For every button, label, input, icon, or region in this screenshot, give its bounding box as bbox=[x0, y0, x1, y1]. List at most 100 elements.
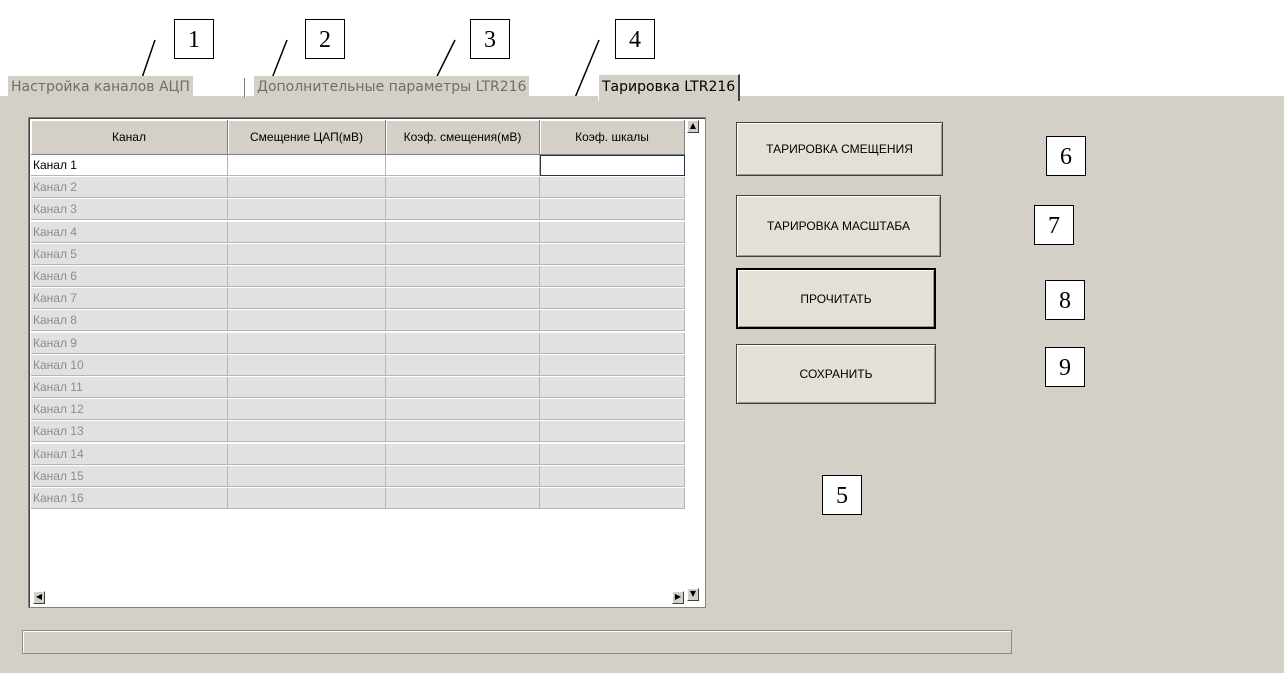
table-row[interactable]: Канал 11 bbox=[31, 377, 685, 399]
table-row[interactable]: Канал 2 bbox=[31, 177, 685, 199]
dac-offset-cell[interactable] bbox=[228, 243, 386, 265]
offset-coef-cell[interactable] bbox=[386, 465, 540, 487]
dac-offset-cell[interactable] bbox=[228, 155, 386, 176]
offset-coef-cell[interactable] bbox=[386, 199, 540, 221]
calibrate-offset-button[interactable]: ТАРИРОВКА СМЕЩЕНИЯ bbox=[736, 122, 943, 176]
channel-cell[interactable]: Канал 7 bbox=[31, 288, 228, 310]
offset-coef-cell[interactable] bbox=[386, 354, 540, 376]
channel-cell[interactable]: Канал 9 bbox=[31, 332, 228, 354]
scale-coef-cell[interactable] bbox=[540, 332, 685, 354]
column-header-offset-coef[interactable]: Коэф. смещения(мВ) bbox=[386, 120, 540, 155]
channel-cell[interactable]: Канал 4 bbox=[31, 221, 228, 243]
callout-6: 6 bbox=[1046, 136, 1086, 176]
table-row[interactable]: Канал 1 bbox=[31, 155, 685, 177]
channel-cell[interactable]: Канал 10 bbox=[31, 354, 228, 376]
offset-coef-cell[interactable] bbox=[386, 155, 540, 176]
scale-coef-cell[interactable] bbox=[540, 266, 685, 287]
channel-cell[interactable]: Канал 16 bbox=[31, 488, 228, 509]
tab-extra-params[interactable]: Дополнительные параметры LTR216 bbox=[254, 76, 530, 98]
column-header-dac-offset[interactable]: Смещение ЦАП(мВ) bbox=[228, 120, 386, 155]
dac-offset-cell[interactable] bbox=[228, 266, 386, 287]
dac-offset-cell[interactable] bbox=[228, 354, 386, 376]
channel-cell[interactable]: Канал 5 bbox=[31, 243, 228, 265]
channel-cell[interactable]: Канал 13 bbox=[31, 421, 228, 443]
offset-coef-cell[interactable] bbox=[386, 332, 540, 354]
scale-coef-cell[interactable] bbox=[540, 421, 685, 443]
dac-offset-cell[interactable] bbox=[228, 488, 386, 509]
scale-coef-cell[interactable] bbox=[540, 377, 685, 398]
offset-coef-cell[interactable] bbox=[386, 377, 540, 398]
offset-coef-cell[interactable] bbox=[386, 443, 540, 465]
offset-coef-cell[interactable] bbox=[386, 488, 540, 509]
dac-offset-cell[interactable] bbox=[228, 443, 386, 465]
scale-coef-cell[interactable] bbox=[540, 177, 685, 199]
dac-offset-cell[interactable] bbox=[228, 332, 386, 354]
offset-coef-cell[interactable] bbox=[386, 177, 540, 199]
offset-coef-cell[interactable] bbox=[386, 288, 540, 310]
scroll-down-button[interactable]: ▼ bbox=[687, 588, 699, 601]
dac-offset-cell[interactable] bbox=[228, 465, 386, 487]
scale-coef-cell[interactable] bbox=[540, 155, 685, 176]
scale-coef-cell[interactable] bbox=[540, 199, 685, 221]
dac-offset-cell[interactable] bbox=[228, 377, 386, 398]
callout-9: 9 bbox=[1045, 347, 1085, 387]
offset-coef-cell[interactable] bbox=[386, 243, 540, 265]
scale-coef-cell[interactable] bbox=[540, 443, 685, 465]
callout-2: 2 bbox=[305, 19, 345, 59]
table-row[interactable]: Канал 16 bbox=[31, 488, 685, 510]
column-header-channel[interactable]: Канал bbox=[31, 120, 228, 155]
channel-cell[interactable]: Канал 15 bbox=[31, 465, 228, 487]
channel-cell[interactable]: Канал 1 bbox=[31, 155, 228, 176]
table-row[interactable]: Канал 13 bbox=[31, 421, 685, 443]
scale-coef-cell[interactable] bbox=[540, 288, 685, 310]
table-row[interactable]: Канал 12 bbox=[31, 399, 685, 421]
channel-cell[interactable]: Канал 3 bbox=[31, 199, 228, 221]
column-header-scale-coef[interactable]: Коэф. шкалы bbox=[540, 120, 685, 155]
tab-separator bbox=[244, 78, 246, 98]
table-row[interactable]: Канал 14 bbox=[31, 443, 685, 466]
offset-coef-cell[interactable] bbox=[386, 221, 540, 243]
table-row[interactable]: Канал 3 bbox=[31, 199, 685, 221]
scroll-up-button[interactable]: ▲ bbox=[687, 120, 699, 133]
scroll-left-button[interactable]: ◀ bbox=[33, 591, 45, 604]
table-row[interactable]: Канал 9 bbox=[31, 332, 685, 355]
dac-offset-cell[interactable] bbox=[228, 288, 386, 310]
offset-coef-cell[interactable] bbox=[386, 399, 540, 421]
dac-offset-cell[interactable] bbox=[228, 199, 386, 221]
channel-cell[interactable]: Канал 6 bbox=[31, 266, 228, 287]
scale-coef-cell[interactable] bbox=[540, 221, 685, 243]
scale-coef-cell[interactable] bbox=[540, 243, 685, 265]
channel-cell[interactable]: Канал 14 bbox=[31, 443, 228, 465]
table-row[interactable]: Канал 10 bbox=[31, 354, 685, 377]
scale-coef-cell[interactable] bbox=[540, 488, 685, 509]
table-row[interactable]: Канал 15 bbox=[31, 465, 685, 488]
channel-cell[interactable]: Канал 2 bbox=[31, 177, 228, 199]
save-button[interactable]: СОХРАНИТЬ bbox=[736, 344, 936, 404]
channel-cell[interactable]: Канал 8 bbox=[31, 310, 228, 332]
tab-calibration[interactable]: Тарировка LTR216 bbox=[598, 74, 741, 101]
scale-coef-cell[interactable] bbox=[540, 465, 685, 487]
table-row[interactable]: Канал 4 bbox=[31, 221, 685, 244]
scale-coef-cell[interactable] bbox=[540, 354, 685, 376]
channel-cell[interactable]: Канал 12 bbox=[31, 399, 228, 421]
offset-coef-cell[interactable] bbox=[386, 421, 540, 443]
table-row[interactable]: Канал 7 bbox=[31, 288, 685, 310]
offset-coef-cell[interactable] bbox=[386, 266, 540, 287]
dac-offset-cell[interactable] bbox=[228, 421, 386, 443]
scroll-right-button[interactable]: ▶ bbox=[672, 591, 684, 604]
dac-offset-cell[interactable] bbox=[228, 177, 386, 199]
callout-3: 3 bbox=[470, 19, 510, 59]
table-row[interactable]: Канал 5 bbox=[31, 243, 685, 266]
scale-coef-cell[interactable] bbox=[540, 310, 685, 332]
channel-cell[interactable]: Канал 11 bbox=[31, 377, 228, 398]
table-row[interactable]: Канал 6 bbox=[31, 266, 685, 288]
offset-coef-cell[interactable] bbox=[386, 310, 540, 332]
table-row[interactable]: Канал 8 bbox=[31, 310, 685, 332]
dac-offset-cell[interactable] bbox=[228, 310, 386, 332]
calibrate-scale-button[interactable]: ТАРИРОВКА МАСШТАБА bbox=[736, 195, 941, 257]
scale-coef-cell[interactable] bbox=[540, 399, 685, 421]
read-button[interactable]: ПРОЧИТАТЬ bbox=[736, 268, 936, 329]
tab-adc-channels[interactable]: Настройка каналов АЦП bbox=[8, 76, 193, 98]
dac-offset-cell[interactable] bbox=[228, 221, 386, 243]
dac-offset-cell[interactable] bbox=[228, 399, 386, 421]
